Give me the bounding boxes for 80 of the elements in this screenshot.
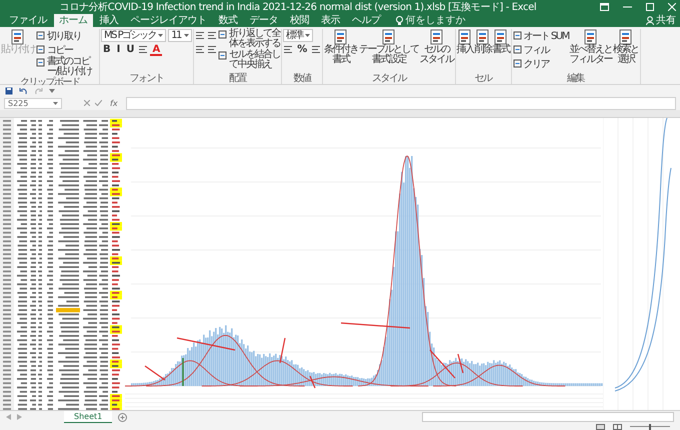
ribbon-button[interactable]: 書式のコピー/貼り付け [36,57,98,77]
document-icon [512,59,522,68]
ribbon-button[interactable]: オート SUM [512,29,569,42]
caret-icon [158,34,164,37]
ribbon-button[interactable]: 並べ替えと フィルター [570,29,612,65]
tell-me-field[interactable]: 何をしますか [406,14,466,27]
menu-tab[interactable]: 数式 [214,14,242,27]
format-button[interactable]: A [150,44,162,56]
document-icon [36,31,45,40]
dropdown-field[interactable]: 11 [168,29,192,42]
menu-tab[interactable]: 校閲 [285,14,314,27]
ribbon-button[interactable]: フィル [512,43,550,56]
document-icon [36,58,45,67]
add-sheet-icon[interactable] [118,412,128,422]
document-icon [36,45,45,54]
ribbon-button[interactable]: 削除 [474,29,492,55]
ribbon-button[interactable]: コピー [36,43,72,56]
close-icon[interactable] [668,2,676,10]
ribbon-button[interactable]: 書式 [492,29,510,55]
name-box[interactable]: S225 [4,98,62,108]
ribbon-display-icon[interactable] [600,2,609,10]
check-icon[interactable] [95,100,102,106]
caret-icon [53,102,58,104]
menu-tab[interactable]: ページレイアウト [126,14,212,27]
share-button[interactable]: 共有 [656,14,676,27]
format-button[interactable]: % [295,44,310,56]
format-button[interactable]: U [124,44,136,56]
horizontal-scrollbar[interactable] [422,412,674,422]
caret-icon[interactable] [49,88,55,92]
group-label: フォント [128,73,165,84]
group-label: スタイル [370,73,408,84]
page-layout-icon[interactable] [613,424,622,430]
sheet-tab[interactable]: Sheet1 [64,411,112,423]
format-button[interactable]: I [114,44,122,56]
window-title: コロナ分析COVID-19 Infection trend in India 2021-12-26 normal dist (version 1).xlsb [互換モード] - Excel [58,0,538,14]
document-icon [512,31,522,40]
ribbon-button[interactable]: 挿入 [456,29,474,55]
group-label: 編集 [566,73,586,84]
lines-icon[interactable] [195,45,206,54]
ribbon-button[interactable]: 条件付き 書式 [324,29,358,65]
dropdown-field[interactable]: 標準 [283,29,314,42]
document-icon [218,51,228,60]
undo-icon[interactable] [19,86,28,94]
normal-view-icon[interactable] [596,424,605,430]
ribbon-button[interactable]: 切り取り [36,29,81,42]
group-label: セル [474,73,494,84]
lines-icon[interactable] [138,45,148,54]
ribbon-button[interactable]: セルを結合して中央揃え [218,50,280,70]
menu-tab[interactable]: データ [244,14,283,27]
ribbon-button[interactable]: セルの スタイル [420,29,454,65]
lightbulb-icon [396,16,402,25]
group-label: 数値 [292,73,312,84]
document-icon [218,30,228,39]
caret-icon [305,34,310,37]
ribbon-button[interactable]: テーブルとして 書式設定 [359,29,419,65]
ribbon-button[interactable]: クリア [512,57,550,70]
group-label: 配置 [228,73,248,84]
lines-icon[interactable] [283,45,294,54]
document-icon [512,45,522,54]
menu-tab[interactable]: ホーム [54,14,92,27]
menu-tab[interactable]: ヘルプ [347,14,386,27]
menu-tab[interactable]: 挿入 [94,14,124,27]
person-icon [646,16,654,25]
formula-field[interactable] [126,96,676,110]
cancel-icon[interactable] [84,100,90,106]
ribbon-button[interactable]: 検索と 選択 [613,29,639,65]
caret-icon [184,34,190,37]
format-button[interactable]: B [101,44,113,56]
lines-icon[interactable] [207,31,218,40]
lines-icon[interactable] [311,45,322,54]
lines-icon[interactable] [195,31,206,40]
save-icon[interactable] [5,86,13,94]
menu-tab[interactable]: 表示 [316,14,345,27]
insert-function-button[interactable]: fx [107,98,121,108]
dropdown-field[interactable]: MS Pゴシック [101,29,166,42]
maximize-icon[interactable] [646,2,654,10]
ribbon-button[interactable]: 折り返して全体を表示する [218,29,280,49]
zoom-slider[interactable] [630,424,670,430]
lines-icon[interactable] [207,45,218,54]
menu-tab[interactable]: ファイル [4,14,52,27]
